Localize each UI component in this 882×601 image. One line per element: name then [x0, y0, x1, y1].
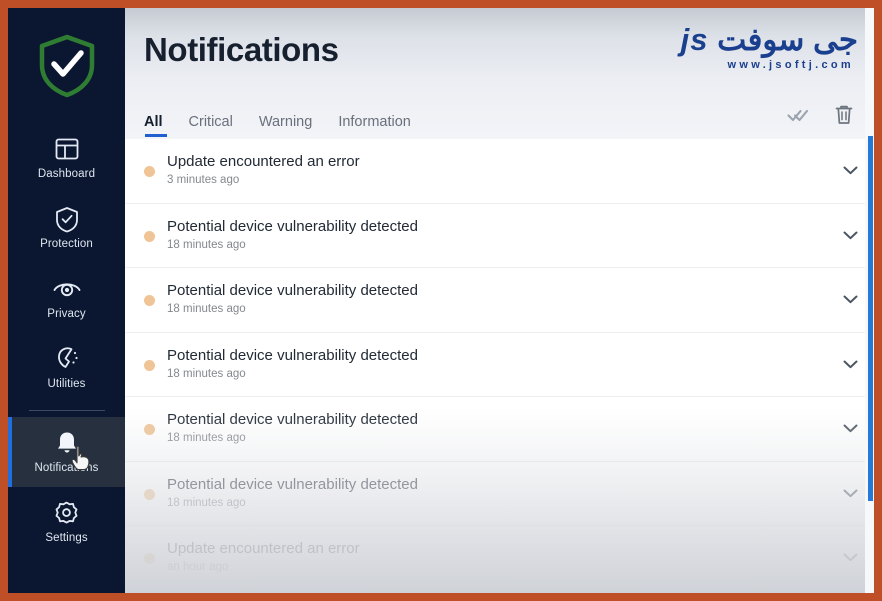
window-frame: Dashboard Protection Privacy Utilities N…	[0, 0, 882, 601]
notification-list: Update encountered an error 3 minutes ag…	[125, 139, 874, 593]
sidebar-item-label: Protection	[40, 238, 93, 251]
app-logo	[8, 8, 125, 123]
severity-dot	[144, 230, 155, 242]
eye-icon	[52, 275, 82, 303]
dashboard-layout-icon	[54, 135, 80, 163]
mark-all-read-button[interactable]	[782, 99, 814, 131]
tab-information[interactable]: Information	[338, 114, 411, 139]
severity-dot	[144, 488, 155, 500]
notification-text: Potential device vulnerability detected …	[167, 282, 826, 317]
tab-label: Critical	[188, 114, 233, 130]
sidebar-item-label: Utilities	[47, 378, 86, 391]
application-window: Dashboard Protection Privacy Utilities N…	[8, 8, 874, 593]
chevron-down-icon	[843, 231, 857, 239]
sidebar-item-dashboard[interactable]: Dashboard	[8, 123, 125, 193]
filter-tabs: All Critical Warning Information	[144, 114, 411, 139]
notification-row[interactable]: Potential device vulnerability detected …	[125, 268, 874, 333]
notification-time: 18 minutes ago	[167, 496, 246, 509]
sidebar-item-notifications[interactable]: Notifications	[8, 417, 125, 487]
notification-text: Update encountered an error 3 minutes ag…	[167, 153, 826, 188]
watermark-arabic-label: جى سوفت	[717, 22, 858, 57]
delete-all-button[interactable]	[828, 99, 860, 131]
notification-row[interactable]: Potential device vulnerability detected …	[125, 204, 874, 268]
notification-title: Potential device vulnerability detected	[167, 217, 418, 235]
notification-title: Potential device vulnerability detected	[167, 475, 418, 493]
severity-dot	[144, 553, 155, 565]
notification-title: Update encountered an error	[167, 153, 360, 171]
watermark-arabic-text: جى سوفت js	[681, 22, 858, 58]
notification-time: 3 minutes ago	[167, 174, 240, 187]
notification-row[interactable]: Potential device vulnerability detected …	[125, 462, 874, 526]
watermark-url: www.jsoftj.com	[727, 58, 854, 71]
site-watermark: جى سوفت js www.jsoftj.com	[681, 22, 858, 71]
sidebar-item-privacy[interactable]: Privacy	[8, 263, 125, 333]
severity-dot	[144, 424, 155, 436]
watermark-logo-text: js	[680, 22, 709, 57]
notification-time: 18 minutes ago	[167, 367, 246, 380]
shield-check-icon	[54, 205, 80, 233]
notification-text: Potential device vulnerability detected …	[167, 411, 826, 446]
severity-dot	[144, 166, 155, 178]
notification-time: 18 minutes ago	[167, 238, 246, 251]
gear-icon	[53, 499, 80, 527]
page-header: Notifications جى سوفت js www.jsoftj.com …	[125, 8, 874, 139]
notification-title: Potential device vulnerability detected	[167, 411, 418, 429]
sidebar-item-utilities[interactable]: Utilities	[8, 333, 125, 403]
notification-title: Potential device vulnerability detected	[167, 282, 418, 300]
sidebar-item-label: Privacy	[47, 308, 86, 321]
chevron-down-icon	[843, 166, 857, 175]
utilities-icon	[53, 345, 81, 373]
notification-time: 18 minutes ago	[167, 303, 246, 316]
chevron-down-icon	[843, 360, 857, 368]
bell-icon	[53, 429, 81, 457]
scrollbar-thumb[interactable]	[868, 136, 873, 501]
tab-label: Information	[338, 114, 411, 130]
tab-critical[interactable]: Critical	[189, 114, 233, 139]
notification-text: Update encountered an error an hour ago	[167, 540, 826, 575]
sidebar-item-protection[interactable]: Protection	[8, 193, 125, 263]
sidebar-item-label: Dashboard	[37, 168, 96, 181]
trash-icon	[835, 105, 853, 124]
sidebar: Dashboard Protection Privacy Utilities N…	[8, 8, 125, 593]
tab-warning[interactable]: Warning	[259, 114, 312, 139]
header-actions	[782, 99, 860, 131]
notification-text: Potential device vulnerability detected …	[167, 218, 826, 253]
notification-row[interactable]: Update encountered an error an hour ago	[125, 526, 874, 591]
page-title: Notifications	[144, 31, 339, 68]
notification-time: an hour ago	[167, 561, 229, 574]
shield-check-icon	[39, 34, 94, 97]
notification-time: 18 minutes ago	[167, 432, 246, 445]
notification-row[interactable]: Potential device vulnerability detected …	[125, 397, 874, 462]
notification-row[interactable]: Update encountered an error 3 minutes ag…	[125, 139, 874, 204]
sidebar-item-label: Notifications	[34, 462, 99, 475]
notification-text: Potential device vulnerability detected …	[167, 347, 826, 382]
scrollbar-track[interactable]	[865, 8, 874, 593]
sidebar-divider	[28, 410, 105, 411]
double-check-icon	[787, 109, 809, 122]
tab-label: Warning	[258, 114, 313, 130]
severity-dot	[144, 295, 155, 307]
notification-title: Potential device vulnerability detected	[167, 346, 418, 364]
notification-title: Update encountered an error	[167, 540, 360, 558]
chevron-down-icon	[843, 489, 857, 497]
notification-row[interactable]: Potential device vulnerability detected …	[125, 333, 874, 397]
tab-all[interactable]: All	[144, 114, 167, 139]
severity-dot	[144, 359, 155, 371]
sidebar-item-label: Settings	[45, 532, 88, 545]
chevron-down-icon	[843, 553, 857, 562]
sidebar-item-settings[interactable]: Settings	[8, 487, 125, 557]
chevron-down-icon	[843, 295, 857, 304]
tab-label: All	[144, 114, 163, 130]
chevron-down-icon	[843, 424, 857, 433]
main-content: Notifications جى سوفت js www.jsoftj.com …	[125, 8, 874, 593]
notification-text: Potential device vulnerability detected …	[167, 476, 826, 511]
